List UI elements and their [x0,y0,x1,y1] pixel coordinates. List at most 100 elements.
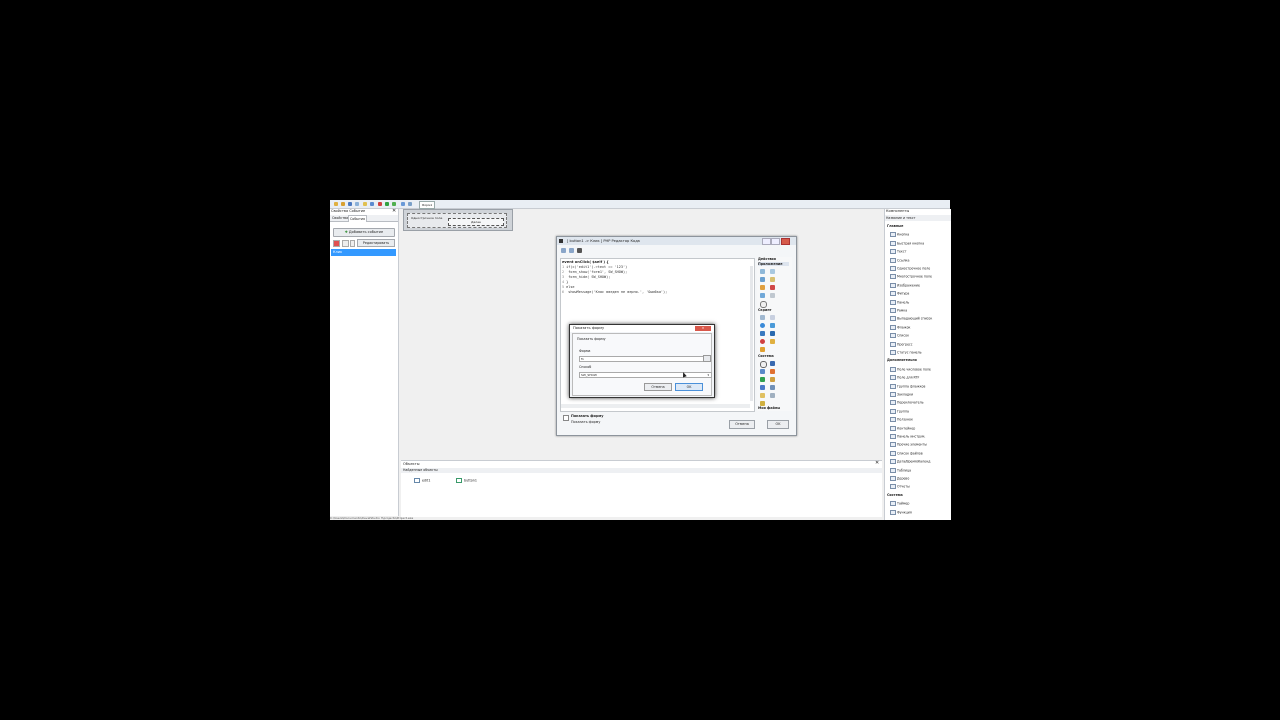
add-event-button[interactable]: ✚ Добавить событие [333,228,395,237]
event-list-item[interactable]: Клик [331,249,396,256]
lightning-icon[interactable] [760,347,765,352]
component-item[interactable]: Закладки [890,392,913,397]
code-line-6[interactable]: 6 showMessage('Клас введен не верно.', '… [562,290,667,294]
search-icon[interactable] [770,393,775,398]
close-icon[interactable]: ✕ [875,461,879,466]
palette-group-application[interactable]: Приложение [758,262,789,266]
editor-cancel-button[interactable]: Отмена [729,420,755,429]
code-line-2[interactable]: 2 form_show('form1', SW_SHOW); [562,270,627,274]
close-icon[interactable]: ✕ [392,209,396,214]
network-icon[interactable] [770,385,775,390]
bookmark-icon[interactable] [577,248,582,253]
mail-icon[interactable] [770,361,775,366]
form-icon[interactable] [401,202,405,206]
vertical-scrollbar[interactable] [750,266,753,401]
horizontal-scrollbar[interactable] [561,404,750,408]
maximize-icon[interactable] [771,238,780,245]
component-item[interactable]: Прогресс [890,341,913,347]
minimize-icon[interactable] [762,238,771,245]
component-item[interactable]: Дата/Время/Календ [890,459,930,465]
grid-icon[interactable] [770,293,775,298]
component-item[interactable]: Рамка [890,308,907,313]
computer-icon[interactable] [760,369,765,374]
info-icon[interactable] [760,293,765,298]
new-file-icon[interactable] [334,202,338,206]
component-item[interactable]: Таблица [890,467,911,473]
edit-event-button[interactable]: Редактировать [357,239,395,247]
component-item[interactable]: Группа [890,408,909,414]
disk-icon[interactable] [760,385,765,390]
error-icon[interactable] [770,285,775,290]
globe-icon[interactable] [760,323,765,328]
code-line-3[interactable]: 3 form_hide( SW_SHOW); [562,275,610,279]
settings-icon[interactable] [370,202,374,206]
redo-icon[interactable] [569,248,574,253]
code-line-5[interactable]: 5 else [562,285,575,289]
component-item[interactable]: Дерево [890,476,909,481]
code-line-1[interactable]: 1 if(c('edit1')->text == '123') [562,265,627,269]
save-icon[interactable] [348,202,352,206]
delete-event-icon[interactable] [333,240,340,247]
close-icon[interactable]: ✕ [695,326,711,331]
loop-icon[interactable] [770,323,775,328]
component-item[interactable]: Ссылка [890,257,909,263]
component-item[interactable]: Прочие элементы [890,442,927,448]
editor-ok-button[interactable]: OK [767,420,789,429]
stop-icon[interactable] [760,339,765,344]
form-show-icon[interactable] [760,269,765,274]
component-item[interactable]: Таймер [890,501,909,507]
timer-icon[interactable] [760,361,767,368]
form-next-button[interactable]: Далее [448,218,504,226]
save-all-icon[interactable] [355,202,359,206]
component-item[interactable]: Группа флажков [890,383,925,389]
component-item[interactable]: Изображение [890,282,920,288]
lock-icon[interactable] [770,277,775,282]
component-item[interactable]: Поле для RTF [890,375,919,381]
clock-icon[interactable] [760,301,767,308]
code-line-4[interactable]: 4} [562,280,568,284]
message-icon[interactable] [760,285,765,290]
component-item[interactable]: Ползунок [890,417,913,423]
component-item[interactable]: Список файлов [890,450,923,456]
triangle-icon[interactable] [760,331,765,336]
list-item[interactable]: edit1 [414,478,430,483]
form-designer[interactable]: Однострочное поле Далее [403,209,513,231]
component-group-header[interactable]: Система [887,493,903,497]
component-item[interactable]: Панель [890,299,909,305]
debug-icon[interactable] [392,202,396,206]
list-item[interactable]: button1 [456,478,477,483]
stop-icon[interactable] [378,202,382,206]
dialog-cancel-button[interactable]: Отмена [644,383,672,391]
key-icon[interactable] [760,393,765,398]
component-item[interactable]: Статус панель [890,350,922,355]
tab-properties[interactable]: Свойства [331,215,349,221]
component-item[interactable]: Однострочное поле [890,266,930,271]
close-icon[interactable] [781,238,790,245]
browse-icon[interactable] [703,355,711,362]
form-field-label[interactable]: Однострочное поле [411,216,442,220]
component-item[interactable]: Текст [890,249,906,255]
mode-select[interactable]: SW_SHOW ▾ [579,372,712,378]
build-icon[interactable] [363,202,367,206]
clear-event-icon[interactable] [350,240,355,247]
dialog-ok-button[interactable]: OK [675,383,703,391]
component-item[interactable]: Переключатель [890,400,924,406]
flag-icon[interactable] [770,339,775,344]
folder-icon[interactable] [770,377,775,382]
component-item[interactable]: Фигура [890,291,909,297]
process-icon[interactable] [770,369,775,374]
component-item[interactable]: Отчеты [890,484,910,490]
form-input[interactable]: f1 [579,356,704,362]
run-icon[interactable] [385,202,389,206]
component-item[interactable]: Быстрая кнопка [890,240,924,246]
script-icon[interactable] [760,315,765,320]
component-item[interactable]: Кнопка [890,232,909,238]
form-hide-icon[interactable] [770,269,775,274]
arrow-down-icon[interactable] [770,331,775,336]
component-item[interactable]: Функция [890,509,912,515]
form-canvas[interactable]: Однострочное поле Далее [407,213,507,228]
copy-event-icon[interactable] [342,240,349,247]
component-item[interactable]: Список [890,333,909,339]
component-item[interactable]: Многострочное поле [890,274,932,280]
component-group-header[interactable]: Дополнительно [887,358,917,362]
